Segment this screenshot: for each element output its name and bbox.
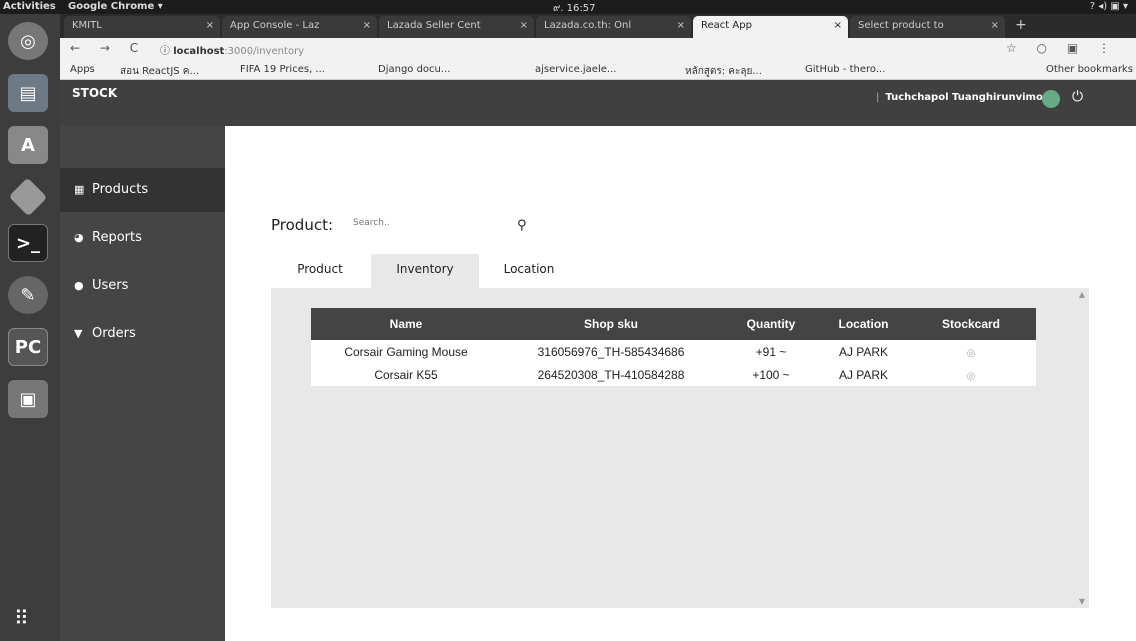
activities-button[interactable]: Activities	[3, 1, 56, 12]
sidebar-item-reports[interactable]: ◕ Reports	[60, 216, 225, 260]
cell-quantity[interactable]: +100 ~	[721, 363, 821, 386]
close-tab-icon[interactable]: ×	[834, 20, 842, 31]
system-top-bar: Activities Google Chrome ▾ ๙. 16:57 ? ◂)…	[0, 0, 1136, 14]
main-content: Product: ⚲ Product Inventory Location ▲ …	[225, 126, 1136, 641]
launcher-dock: ◎ ▤ A >_ ✎ PC ▣ ⠿	[0, 14, 60, 641]
toolbar-icons[interactable]: ☆ ○ ▣ ⋮	[1006, 41, 1118, 55]
app-brand[interactable]: STOCK	[72, 86, 117, 100]
pycharm-launcher-icon[interactable]: PC	[8, 328, 48, 366]
sidebar-item-users[interactable]: ● Users	[60, 264, 225, 308]
url-path: :3000/inventory	[224, 46, 305, 57]
close-tab-icon[interactable]: ×	[520, 20, 528, 31]
chrome-launcher-icon[interactable]: ◎	[8, 22, 48, 60]
search-label: Product:	[271, 216, 334, 234]
table-row[interactable]: Corsair Gaming Mouse 316056976_TH-585434…	[311, 340, 1036, 363]
search-icon[interactable]: ⚲	[517, 218, 527, 233]
close-tab-icon[interactable]: ×	[991, 20, 999, 31]
bookmark-item[interactable]: FIFA 19 Prices, ...	[240, 64, 325, 75]
bookmark-item[interactable]: ajservice.jaele...	[535, 64, 616, 75]
browser-tab[interactable]: KMITL ×	[64, 16, 220, 38]
address-bar: ← → C ⓘ localhost:3000/inventory ☆ ○ ▣ ⋮	[60, 38, 1136, 60]
power-icon[interactable]: ⏻	[1072, 89, 1083, 105]
column-header-sku[interactable]: Shop sku	[501, 308, 721, 340]
inventory-table: Name Shop sku Quantity Location Stockcar…	[311, 308, 1036, 386]
system-tray[interactable]: ? ◂) ▣ ▾	[1090, 1, 1128, 12]
terminal-launcher-icon[interactable]: >_	[8, 224, 48, 262]
cell-name: Corsair K55	[374, 367, 438, 382]
bookmarks-bar: Apps สอน ReactJS ค... FIFA 19 Prices, ..…	[60, 60, 1136, 80]
close-tab-icon[interactable]: ×	[206, 20, 214, 31]
browser-tab-active[interactable]: React App ×	[693, 16, 848, 38]
bookmark-item[interactable]: GitHub - thero...	[805, 64, 885, 75]
boxes-icon: ▦	[74, 183, 85, 196]
scroll-up-icon[interactable]: ▲	[1079, 290, 1085, 299]
browser-tab[interactable]: Lazada.co.th: Onl ×	[536, 16, 691, 38]
tab-product[interactable]: Product	[271, 254, 369, 288]
cell-name: Corsair Gaming Mouse	[344, 344, 468, 359]
cell-quantity[interactable]: +91 ~	[721, 340, 821, 363]
sublime-launcher-icon[interactable]	[8, 177, 48, 217]
inventory-panel: ▲ Name Shop sku Quantity Location Stockc…	[271, 288, 1089, 608]
url-host: localhost	[173, 46, 225, 57]
column-header-stockcard[interactable]: Stockcard	[906, 308, 1036, 340]
bookmark-item[interactable]: Other bookmarks	[1046, 64, 1133, 75]
bookmark-item[interactable]: Django docu...	[378, 64, 450, 75]
user-icon: ●	[74, 279, 84, 292]
cell-location: AJ PARK	[838, 367, 889, 382]
user-name[interactable]: Tuchchapol Tuanghirunvimon	[876, 92, 1050, 103]
table-row[interactable]: Corsair K55 264520308_TH-410584288 +100 …	[311, 363, 1036, 386]
close-tab-icon[interactable]: ×	[677, 20, 685, 31]
browser-tab[interactable]: Select product to ×	[850, 16, 1005, 38]
eye-icon[interactable]: ◎	[967, 348, 976, 359]
cell-sku: 316056976_TH-585434686	[537, 344, 685, 359]
search-input[interactable]	[353, 218, 513, 228]
bookmark-item[interactable]: Apps	[70, 64, 95, 75]
scroll-down-icon[interactable]: ▼	[1079, 597, 1085, 606]
url-field[interactable]: ⓘ localhost:3000/inventory	[160, 42, 304, 57]
eye-icon[interactable]: ◎	[967, 371, 976, 382]
column-header-quantity[interactable]: Quantity	[721, 308, 821, 340]
cell-location: AJ PARK	[838, 344, 889, 359]
bookmark-item[interactable]: สอน ReactJS ค...	[120, 64, 199, 79]
column-header-location[interactable]: Location	[821, 308, 906, 340]
app-header: STOCK Tuchchapol Tuanghirunvimon ⏻	[60, 80, 1136, 126]
sidebar: ▦ Products ◕ Reports ● Users ▼ Orders	[60, 126, 225, 641]
new-tab-button[interactable]: +	[1015, 17, 1027, 33]
cell-stockcard: ◎	[906, 363, 1036, 386]
pie-chart-icon: ◕	[74, 231, 84, 244]
cell-stockcard: ◎	[906, 340, 1036, 363]
app-menu[interactable]: Google Chrome ▾	[68, 1, 163, 12]
browser-tab[interactable]: App Console - Laz ×	[222, 16, 377, 38]
software-launcher-icon[interactable]: A	[8, 126, 48, 164]
browser-tab-bar: KMITL × App Console - Laz × Lazada Seller …	[60, 14, 1136, 38]
navigation-buttons[interactable]: ← → C	[70, 41, 146, 55]
close-tab-icon[interactable]: ×	[363, 20, 371, 31]
browser-tab[interactable]: Lazada Seller Cent ×	[379, 16, 534, 38]
sidebar-item-products[interactable]: ▦ Products	[60, 168, 225, 212]
cart-icon: ▼	[74, 327, 83, 340]
show-applications-icon[interactable]: ⠿	[14, 606, 29, 630]
sidebar-item-orders[interactable]: ▼ Orders	[60, 312, 225, 356]
tab-inventory[interactable]: Inventory	[371, 254, 479, 288]
bookmark-item[interactable]: หลักสูตร: คะลุย...	[685, 64, 762, 79]
column-header-name[interactable]: Name	[311, 308, 501, 340]
avatar[interactable]	[1042, 90, 1060, 108]
cell-sku: 264520308_TH-410584288	[537, 367, 685, 382]
compass-launcher-icon[interactable]: ✎	[8, 276, 48, 314]
screenshot-launcher-icon[interactable]: ▣	[8, 380, 48, 418]
files-launcher-icon[interactable]: ▤	[8, 74, 48, 112]
table-header-row: Name Shop sku Quantity Location Stockcar…	[311, 308, 1036, 340]
tab-location[interactable]: Location	[483, 254, 575, 288]
